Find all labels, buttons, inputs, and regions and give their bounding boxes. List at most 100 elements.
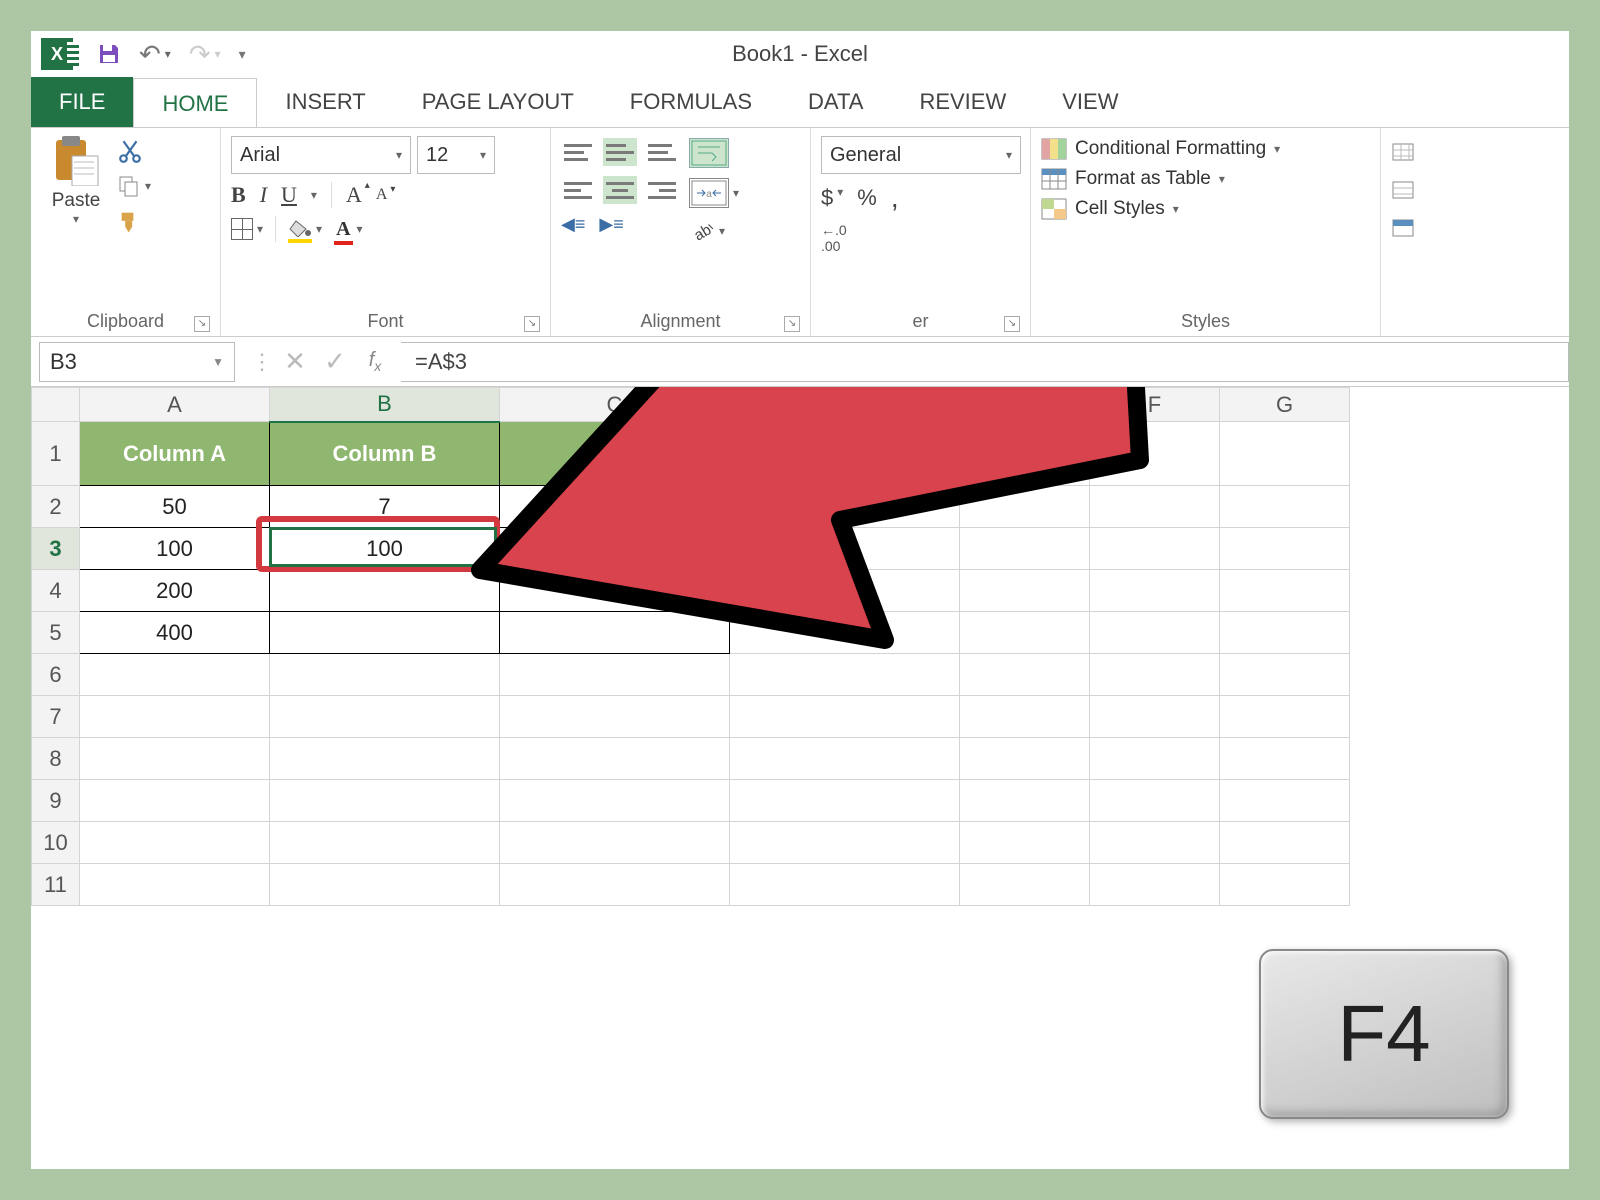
cell[interactable]: 100 <box>80 528 270 570</box>
cell[interactable] <box>80 738 270 780</box>
row-header[interactable]: 10 <box>32 822 80 864</box>
cell[interactable] <box>1220 528 1350 570</box>
cell[interactable] <box>1090 654 1220 696</box>
align-left-icon[interactable] <box>561 176 595 204</box>
tab-data[interactable]: DATA <box>780 77 891 127</box>
tab-insert[interactable]: INSERT <box>257 77 393 127</box>
font-name-combo[interactable]: Arial▾ <box>231 136 411 174</box>
cell[interactable] <box>500 864 730 906</box>
column-header[interactable]: G <box>1220 388 1350 422</box>
cell-styles-button[interactable]: Cell Styles▾ <box>1041 198 1370 220</box>
increase-font-icon[interactable]: A▴ <box>346 182 362 208</box>
cell[interactable] <box>730 780 960 822</box>
fill-color-button[interactable]: ▾ <box>288 219 322 239</box>
cell[interactable] <box>80 780 270 822</box>
wrap-text-icon[interactable] <box>689 138 729 168</box>
orientation-button[interactable]: ab▾ <box>689 218 739 244</box>
worksheet-grid[interactable]: ABCDEFG1Column AColumn BCo25073100100420… <box>31 387 1569 906</box>
delete-cells-icon[interactable] <box>1389 178 1417 202</box>
insert-function-icon[interactable]: fx <box>355 349 395 374</box>
cell[interactable] <box>500 486 730 528</box>
column-header[interactable]: B <box>270 388 500 422</box>
cell[interactable] <box>730 528 960 570</box>
cell[interactable]: 400 <box>80 612 270 654</box>
cell[interactable]: 200 <box>80 570 270 612</box>
cell[interactable] <box>1220 612 1350 654</box>
cell[interactable] <box>1090 422 1220 486</box>
column-header[interactable]: E <box>960 388 1090 422</box>
cell[interactable] <box>730 822 960 864</box>
insert-cells-icon[interactable] <box>1389 140 1417 164</box>
cell[interactable] <box>500 654 730 696</box>
cell[interactable] <box>270 864 500 906</box>
cell[interactable] <box>270 570 500 612</box>
qat-customize[interactable]: ▾ <box>239 46 246 63</box>
underline-button[interactable]: U <box>281 182 297 208</box>
cell[interactable]: Co <box>500 422 730 486</box>
merge-center-button[interactable]: a▾ <box>689 178 739 208</box>
cell[interactable] <box>270 822 500 864</box>
cell[interactable] <box>960 612 1090 654</box>
cell[interactable] <box>80 696 270 738</box>
cell[interactable] <box>270 696 500 738</box>
row-header[interactable]: 3 <box>32 528 80 570</box>
conditional-formatting-button[interactable]: Conditional Formatting▾ <box>1041 138 1370 160</box>
column-header[interactable]: A <box>80 388 270 422</box>
tab-file[interactable]: FILE <box>31 77 133 127</box>
comma-button[interactable]: , <box>891 182 899 214</box>
cell[interactable] <box>1220 486 1350 528</box>
row-header[interactable]: 7 <box>32 696 80 738</box>
tab-review[interactable]: REVIEW <box>891 77 1034 127</box>
cell[interactable] <box>1090 612 1220 654</box>
cell[interactable] <box>960 486 1090 528</box>
cell[interactable] <box>1090 528 1220 570</box>
row-header[interactable]: 1 <box>32 422 80 486</box>
decrease-font-icon[interactable]: A▾ <box>376 186 388 204</box>
column-header[interactable]: C <box>500 388 730 422</box>
cut-icon[interactable] <box>117 138 151 164</box>
cell[interactable] <box>1090 864 1220 906</box>
cell[interactable] <box>270 654 500 696</box>
cell[interactable] <box>270 612 500 654</box>
undo-button[interactable]: ↶▾ <box>139 39 171 70</box>
cell[interactable] <box>1090 696 1220 738</box>
cell[interactable] <box>730 654 960 696</box>
cell[interactable] <box>500 822 730 864</box>
tab-home[interactable]: HOME <box>133 78 257 128</box>
cell[interactable] <box>730 612 960 654</box>
dialog-launcher-icon[interactable]: ↘ <box>1004 316 1020 332</box>
cell[interactable] <box>1220 780 1350 822</box>
align-right-icon[interactable] <box>645 176 679 204</box>
increase-decimal-icon[interactable]: ←.0.00 <box>821 222 847 254</box>
cell[interactable] <box>730 738 960 780</box>
cell[interactable]: 100 <box>270 528 500 570</box>
tab-page-layout[interactable]: PAGE LAYOUT <box>394 77 602 127</box>
format-as-table-button[interactable]: Format as Table▾ <box>1041 168 1370 190</box>
cell[interactable] <box>80 864 270 906</box>
cell[interactable] <box>1220 654 1350 696</box>
cell[interactable] <box>500 528 730 570</box>
cell[interactable] <box>960 654 1090 696</box>
row-header[interactable]: 9 <box>32 780 80 822</box>
format-painter-icon[interactable] <box>117 208 151 236</box>
cell[interactable] <box>500 570 730 612</box>
cell[interactable] <box>730 570 960 612</box>
cell[interactable] <box>960 570 1090 612</box>
cell[interactable]: Column B <box>270 422 500 486</box>
borders-button[interactable]: ▾ <box>231 218 263 240</box>
dialog-launcher-icon[interactable]: ↘ <box>784 316 800 332</box>
cell[interactable] <box>960 528 1090 570</box>
cell[interactable] <box>500 612 730 654</box>
cell[interactable] <box>1220 422 1350 486</box>
row-header[interactable]: 11 <box>32 864 80 906</box>
align-bottom-icon[interactable] <box>645 138 679 166</box>
currency-button[interactable]: $▾ <box>821 185 843 211</box>
cell[interactable] <box>1090 570 1220 612</box>
column-header[interactable]: F <box>1090 388 1220 422</box>
cell[interactable] <box>1220 696 1350 738</box>
formula-input[interactable]: =A$3 <box>401 342 1569 382</box>
cell[interactable] <box>1090 822 1220 864</box>
cell[interactable] <box>960 780 1090 822</box>
cell[interactable] <box>1220 738 1350 780</box>
italic-button[interactable]: I <box>260 182 267 208</box>
